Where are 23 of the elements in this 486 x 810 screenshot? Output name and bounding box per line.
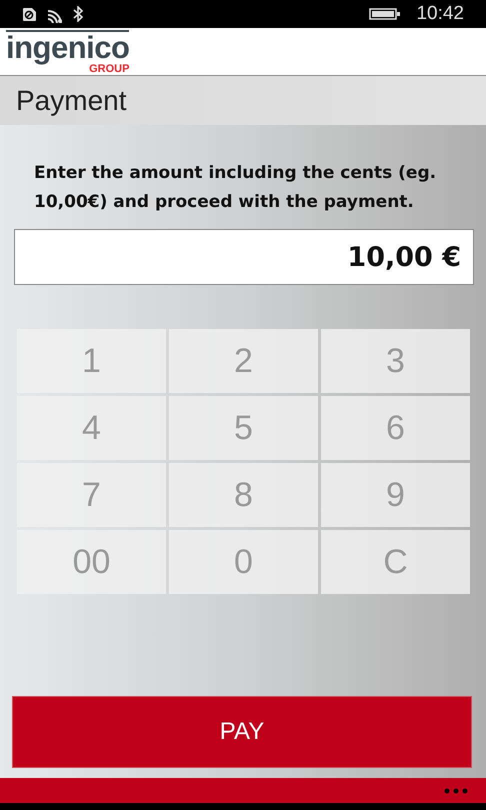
keypad-key[interactable]: 6 [321,396,470,460]
keypad-key[interactable]: 0 [169,530,318,594]
pay-button[interactable]: PAY [12,696,472,768]
keypad-key[interactable]: 9 [321,463,470,527]
instruction-text: Enter the amount including the cents (eg. 10,00€) and proceed with the payment. [33,162,438,214]
keypad-key[interactable]: 00 [17,530,166,594]
sim-icon [22,6,37,22]
amount-field[interactable]: 10,00 € [14,229,474,285]
keypad-key[interactable]: 4 [17,396,166,460]
keypad-key[interactable]: 1 [17,329,166,393]
clock-time: 10:42 [416,2,464,26]
keypad-key[interactable]: C [321,530,470,594]
logo-tagline: GROUP [89,64,130,75]
keypad-key[interactable]: 8 [169,463,318,527]
battery-icon [369,8,400,20]
more-icon[interactable] [444,788,468,794]
keypad-key[interactable]: 5 [169,396,318,460]
keypad-key[interactable]: 2 [169,329,318,393]
logo-wordmark: ingenico [6,30,130,63]
keypad-key[interactable]: 3 [321,329,470,393]
bluetooth-icon [73,6,84,22]
keypad-key[interactable]: 7 [17,463,166,527]
page-title: Payment [16,84,126,118]
